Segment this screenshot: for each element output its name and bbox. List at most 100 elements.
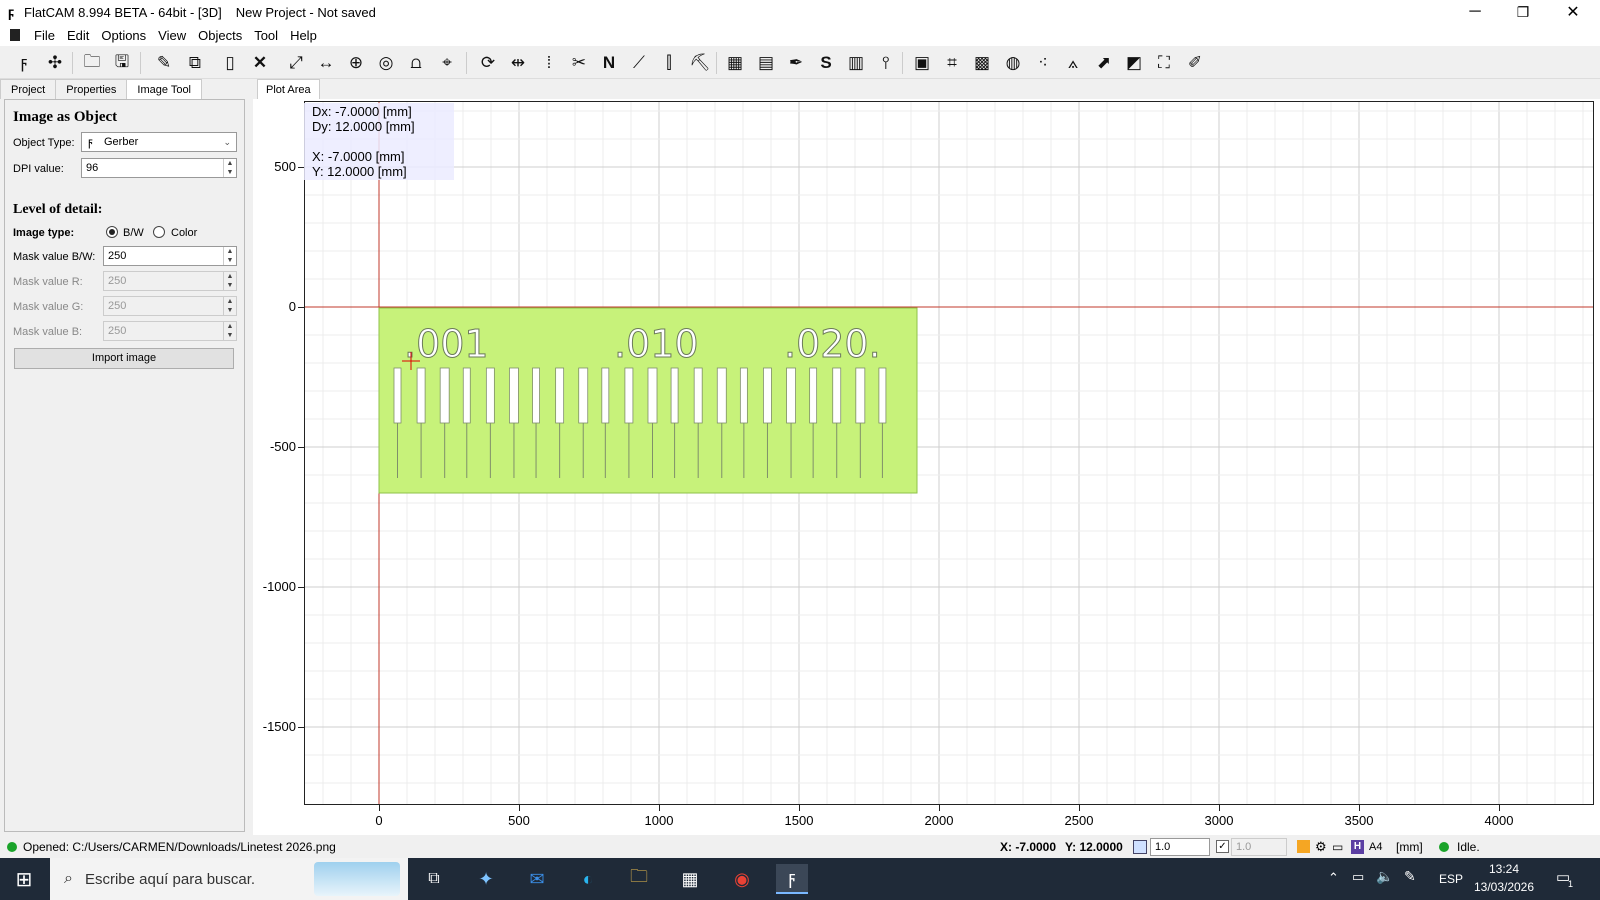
grid-x-input[interactable]: 1.0	[1150, 837, 1210, 856]
open-folder-icon[interactable]: 🗀	[80, 51, 104, 75]
drill-icon[interactable]: ⛏	[688, 51, 712, 75]
taskbar-search[interactable]: ⌕ Escribe aquí para buscar.	[50, 858, 408, 900]
menu-file[interactable]: File	[28, 28, 61, 43]
origin-icon[interactable]: ⊕	[344, 51, 368, 75]
x-tick-mark	[1359, 805, 1360, 811]
tab-properties[interactable]: Properties	[55, 79, 128, 99]
save-icon[interactable]: 🖫	[110, 51, 134, 75]
close-button[interactable]: ✕	[1550, 0, 1596, 24]
image-type-label: Image type:	[13, 227, 75, 239]
file-explorer-icon[interactable]: 🗀	[623, 864, 655, 894]
workspace-icon[interactable]: ▭	[1332, 840, 1343, 854]
page-size-label[interactable]: A4	[1369, 841, 1382, 853]
windows-start-icon[interactable]: ⊞	[8, 864, 40, 894]
dpi-input[interactable]: 96 ▲ ▼	[81, 158, 237, 178]
chrome-icon[interactable]: ◉	[726, 864, 758, 894]
spin-arrows-icon[interactable]: ▲ ▼	[223, 247, 236, 265]
pen-icon[interactable]: ✎	[1404, 868, 1416, 885]
paint-icon[interactable]: ⟋	[627, 51, 651, 75]
units-label[interactable]: [mm]	[1396, 840, 1423, 854]
app-menu-icon[interactable]	[10, 29, 20, 41]
menu-view[interactable]: View	[152, 28, 192, 43]
chevron-up-icon[interactable]: ⌃	[1328, 870, 1339, 886]
locate-icon[interactable]: ◎	[374, 51, 398, 75]
copper-fill-icon[interactable]: ◍	[1001, 51, 1025, 75]
menu-objects[interactable]: Objects	[192, 28, 248, 43]
volume-icon[interactable]: 🔈	[1376, 868, 1393, 885]
object-type-select[interactable]: ϝ Gerber ⌄	[81, 132, 237, 152]
bw-radio[interactable]	[106, 226, 118, 238]
zoom-fit-icon[interactable]: ⤢	[284, 51, 308, 75]
jump-icon[interactable]: ⩍	[404, 51, 428, 75]
etch-compensation-icon[interactable]: ✐	[1183, 51, 1207, 75]
new-project-icon[interactable]: ϝ	[12, 51, 36, 75]
panelize-icon[interactable]: ▦	[723, 51, 747, 75]
distance-icon[interactable]: ↔	[314, 51, 338, 75]
tab-plot-area[interactable]: Plot Area	[257, 79, 320, 99]
plot-canvas[interactable]: .001 .010 .020.	[253, 99, 1600, 835]
corner-markers-icon[interactable]: ⛶	[1152, 51, 1176, 75]
ncc-icon[interactable]: N	[597, 51, 621, 75]
grid-lock-checkbox[interactable]: ✓	[1216, 840, 1229, 853]
plot-area[interactable]: .001 .010 .020.	[253, 99, 1600, 835]
rotate-icon[interactable]: ⟳	[476, 51, 500, 75]
qrcode-icon[interactable]: ▩	[970, 51, 994, 75]
language-indicator[interactable]: ESP	[1439, 872, 1463, 886]
copilot-icon[interactable]: ✦	[470, 864, 502, 894]
copy-object-icon[interactable]: ⧉	[183, 51, 207, 75]
menu-help[interactable]: Help	[284, 28, 323, 43]
task-view-icon[interactable]: ⧉	[418, 864, 450, 894]
gerber-icon: ϝ	[88, 135, 93, 149]
tab-project[interactable]: Project	[0, 79, 57, 99]
crop-icon[interactable]: ⌗	[940, 51, 964, 75]
punch-icon[interactable]: ⬈	[1092, 51, 1116, 75]
clipboard-icon[interactable]: ▯	[218, 51, 242, 75]
grid-snap-icon[interactable]	[1133, 839, 1147, 854]
x-tick-label: 4000	[1484, 813, 1514, 828]
menu-tool[interactable]: Tool	[248, 28, 284, 43]
film-icon[interactable]: ▤	[754, 51, 778, 75]
import-image-button[interactable]: Import image	[14, 348, 234, 369]
calibration-icon[interactable]: ⟑	[1061, 51, 1085, 75]
x-tick-mark	[1219, 805, 1220, 811]
hud-icon[interactable]: H	[1351, 839, 1364, 854]
spin-arrows-icon[interactable]: ▲ ▼	[223, 159, 236, 177]
flip-icon[interactable]: ⇹	[506, 51, 530, 75]
isolation-icon[interactable]: ⫿	[657, 51, 681, 75]
menu-options[interactable]: Options	[95, 28, 152, 43]
clock-date[interactable]: 13/03/2026	[1472, 880, 1536, 894]
menu-edit[interactable]: Edit	[61, 28, 95, 43]
gerber-image-object[interactable]: .001 .010 .020.	[378, 307, 918, 494]
y-tick-mark	[298, 307, 304, 308]
cutout-icon[interactable]: ✂	[567, 51, 591, 75]
invert-icon[interactable]: ◩	[1122, 51, 1146, 75]
color-radio[interactable]	[153, 226, 165, 238]
edge-icon[interactable]: ◐	[572, 864, 604, 894]
search-placeholder: Escribe aquí para buscar.	[84, 870, 256, 888]
sub-icon[interactable]: S	[814, 51, 838, 75]
outlook-icon[interactable]: ✉	[521, 864, 553, 894]
rules-check-icon[interactable]: ▥	[844, 51, 868, 75]
optimal-icon[interactable]: ⫯	[874, 51, 898, 75]
minimize-button[interactable]: ─	[1452, 0, 1498, 24]
axis-toggle-icon[interactable]	[1297, 840, 1310, 853]
new-object-icon[interactable]: ✣	[43, 51, 67, 75]
edit-pencil-icon[interactable]: ✎	[152, 51, 176, 75]
tab-image-tool[interactable]: Image Tool	[126, 79, 202, 99]
store-icon[interactable]: ▦	[674, 864, 706, 894]
solder-paste-icon[interactable]: ✒	[784, 51, 808, 75]
clock-time[interactable]: 13:24	[1478, 862, 1530, 876]
calculator-icon[interactable]: ▣	[910, 51, 934, 75]
delete-icon[interactable]: ✕	[248, 51, 272, 75]
flatcam-taskbar-icon[interactable]: ϝ	[776, 864, 808, 894]
status-ok-icon	[7, 841, 17, 852]
location-pin-icon[interactable]: ⌖	[435, 51, 459, 75]
battery-icon[interactable]: ▭	[1352, 869, 1364, 885]
fiducials-icon[interactable]: ⁖	[1031, 51, 1055, 75]
align-icon[interactable]: ⁞	[537, 51, 561, 75]
mask-bw-input[interactable]: 250 ▲ ▼	[103, 246, 237, 266]
mask-b-input: 250 ▲ ▼	[103, 321, 237, 341]
gear-icon[interactable]: ⚙	[1315, 839, 1327, 855]
y-tick-label: -500	[269, 439, 296, 454]
maximize-button[interactable]: ❐	[1500, 0, 1546, 24]
